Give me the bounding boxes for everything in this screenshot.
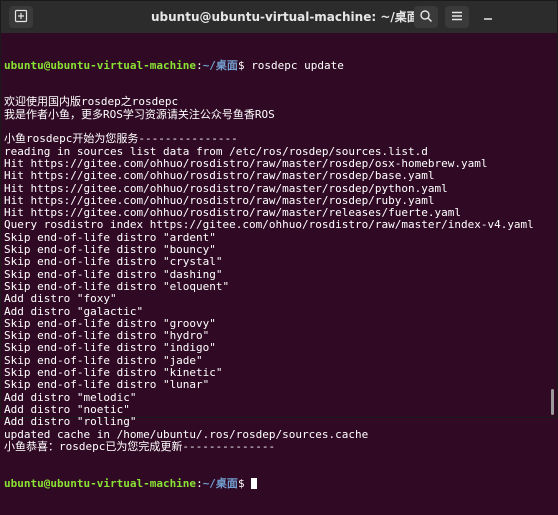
- output-line: Add distro "galactic": [4, 304, 144, 318]
- prompt-sign: $: [237, 58, 252, 72]
- title-bar: ubuntu@ubuntu-virtual-machine: ~/桌面: [1, 1, 557, 33]
- output-line: 欢迎使用国内版rosdep之rosdepc: [4, 95, 179, 109]
- prompt-user: ubuntu@ubuntu-virtual-machine: [4, 58, 197, 72]
- new-tab-button[interactable]: [9, 6, 33, 28]
- menu-button[interactable]: [445, 6, 469, 28]
- prompt-line: ubuntu@ubuntu-virtual-machine:~/桌面$: [4, 476, 544, 490]
- prompt-path: ~/桌面: [202, 476, 238, 490]
- output-lines: 欢迎使用国内版rosdep之rosdepc 我是作者小鱼，更多ROS学习资源请关注…: [4, 96, 544, 453]
- minimize-button[interactable]: [476, 6, 500, 28]
- output-line: Hit https://gitee.com/ohhuo/rosdistro/ra…: [4, 181, 448, 195]
- terminal-window: ubuntu@ubuntu-virtual-machine: ~/桌面 ubun…: [0, 0, 558, 489]
- text-cursor: [251, 477, 258, 489]
- search-button[interactable]: [414, 6, 438, 28]
- output-line: Skip end-of-life distro "lunar": [4, 378, 210, 392]
- scrollbar[interactable]: [551, 389, 554, 415]
- output-line: Add distro "rolling": [4, 415, 137, 429]
- search-icon: [419, 8, 433, 27]
- output-line: Skip end-of-life distro "indigo": [4, 341, 216, 355]
- output-line: 小鱼rosdepc开始为您服务---------------: [4, 132, 238, 146]
- command-text: rosdepc update: [251, 58, 344, 72]
- output-line: updated cache in /home/ubuntu/.ros/rosde…: [4, 427, 369, 441]
- output-line: 小鱼恭喜：rosdepc已为您完成更新--------------: [4, 439, 276, 453]
- prompt-path: ~/桌面: [202, 58, 238, 72]
- output-line: Add distro "foxy": [4, 292, 117, 306]
- window-title: ubuntu@ubuntu-virtual-machine: ~/桌面: [151, 10, 419, 24]
- hamburger-menu-icon: [450, 8, 464, 27]
- command-line: ubuntu@ubuntu-virtual-machine:~/桌面$ rosd…: [4, 58, 544, 72]
- prompt-separator: :: [196, 58, 203, 72]
- output-line: 我是作者小鱼，更多ROS学习资源请关注公众号鱼香ROS: [4, 107, 275, 121]
- prompt-separator: :: [196, 476, 203, 490]
- prompt-sign: $: [237, 476, 252, 490]
- output-line: Query rosdistro index https://gitee.com/…: [4, 218, 534, 232]
- terminal-output[interactable]: ubuntu@ubuntu-virtual-machine:~/桌面$ rosd…: [4, 35, 544, 489]
- minimize-icon: [481, 8, 495, 27]
- prompt-user: ubuntu@ubuntu-virtual-machine: [4, 476, 197, 490]
- output-line: Skip end-of-life distro "crystal": [4, 255, 223, 269]
- new-tab-icon: [14, 8, 28, 27]
- output-line: Hit https://gitee.com/ohhuo/rosdistro/ra…: [4, 169, 435, 183]
